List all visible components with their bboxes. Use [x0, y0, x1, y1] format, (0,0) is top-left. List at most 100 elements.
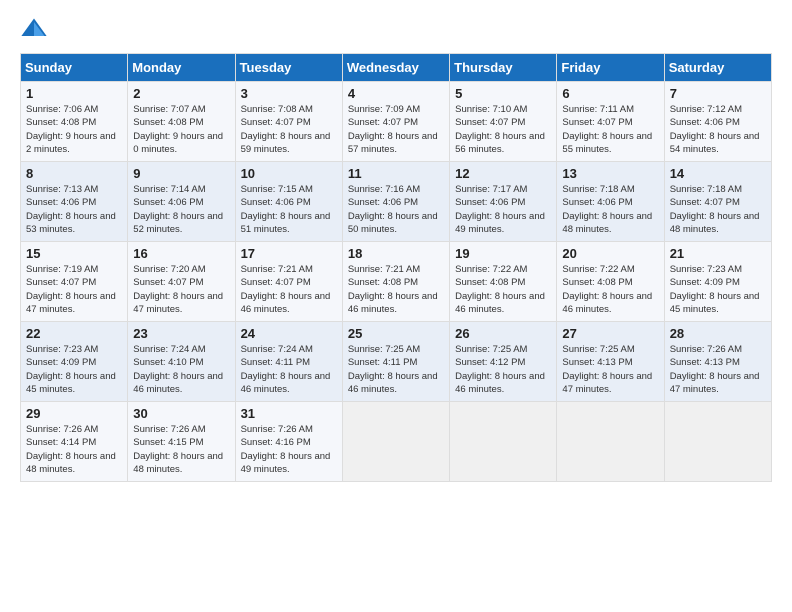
- calendar-cell: [557, 402, 664, 482]
- day-number: 24: [241, 326, 337, 341]
- calendar-cell: 1 Sunrise: 7:06 AMSunset: 4:08 PMDayligh…: [21, 82, 128, 162]
- calendar-cell: 29 Sunrise: 7:26 AMSunset: 4:14 PMDaylig…: [21, 402, 128, 482]
- day-info: Sunrise: 7:26 AMSunset: 4:13 PMDaylight:…: [670, 343, 766, 396]
- calendar-cell: 3 Sunrise: 7:08 AMSunset: 4:07 PMDayligh…: [235, 82, 342, 162]
- day-info: Sunrise: 7:16 AMSunset: 4:06 PMDaylight:…: [348, 183, 444, 236]
- day-info: Sunrise: 7:25 AMSunset: 4:11 PMDaylight:…: [348, 343, 444, 396]
- calendar-cell: 21 Sunrise: 7:23 AMSunset: 4:09 PMDaylig…: [664, 242, 771, 322]
- calendar-cell: 6 Sunrise: 7:11 AMSunset: 4:07 PMDayligh…: [557, 82, 664, 162]
- calendar-cell: 26 Sunrise: 7:25 AMSunset: 4:12 PMDaylig…: [450, 322, 557, 402]
- calendar-cell: 16 Sunrise: 7:20 AMSunset: 4:07 PMDaylig…: [128, 242, 235, 322]
- day-of-week-header: Sunday: [21, 54, 128, 82]
- day-number: 27: [562, 326, 658, 341]
- day-info: Sunrise: 7:20 AMSunset: 4:07 PMDaylight:…: [133, 263, 229, 316]
- day-of-week-header: Monday: [128, 54, 235, 82]
- day-number: 1: [26, 86, 122, 101]
- calendar-cell: 19 Sunrise: 7:22 AMSunset: 4:08 PMDaylig…: [450, 242, 557, 322]
- calendar-week-row: 8 Sunrise: 7:13 AMSunset: 4:06 PMDayligh…: [21, 162, 772, 242]
- day-of-week-header: Friday: [557, 54, 664, 82]
- calendar-cell: 7 Sunrise: 7:12 AMSunset: 4:06 PMDayligh…: [664, 82, 771, 162]
- calendar-cell: 10 Sunrise: 7:15 AMSunset: 4:06 PMDaylig…: [235, 162, 342, 242]
- day-number: 26: [455, 326, 551, 341]
- calendar-week-row: 15 Sunrise: 7:19 AMSunset: 4:07 PMDaylig…: [21, 242, 772, 322]
- day-number: 8: [26, 166, 122, 181]
- day-of-week-header: Saturday: [664, 54, 771, 82]
- day-info: Sunrise: 7:11 AMSunset: 4:07 PMDaylight:…: [562, 103, 658, 156]
- calendar-cell: 28 Sunrise: 7:26 AMSunset: 4:13 PMDaylig…: [664, 322, 771, 402]
- day-info: Sunrise: 7:12 AMSunset: 4:06 PMDaylight:…: [670, 103, 766, 156]
- calendar-week-row: 1 Sunrise: 7:06 AMSunset: 4:08 PMDayligh…: [21, 82, 772, 162]
- day-info: Sunrise: 7:06 AMSunset: 4:08 PMDaylight:…: [26, 103, 122, 156]
- day-number: 23: [133, 326, 229, 341]
- day-number: 10: [241, 166, 337, 181]
- day-info: Sunrise: 7:10 AMSunset: 4:07 PMDaylight:…: [455, 103, 551, 156]
- day-of-week-header: Thursday: [450, 54, 557, 82]
- day-number: 19: [455, 246, 551, 261]
- day-info: Sunrise: 7:24 AMSunset: 4:10 PMDaylight:…: [133, 343, 229, 396]
- day-number: 7: [670, 86, 766, 101]
- calendar-cell: 18 Sunrise: 7:21 AMSunset: 4:08 PMDaylig…: [342, 242, 449, 322]
- logo: [20, 15, 52, 43]
- day-info: Sunrise: 7:14 AMSunset: 4:06 PMDaylight:…: [133, 183, 229, 236]
- day-info: Sunrise: 7:18 AMSunset: 4:06 PMDaylight:…: [562, 183, 658, 236]
- day-info: Sunrise: 7:26 AMSunset: 4:15 PMDaylight:…: [133, 423, 229, 476]
- day-info: Sunrise: 7:19 AMSunset: 4:07 PMDaylight:…: [26, 263, 122, 316]
- day-number: 22: [26, 326, 122, 341]
- day-of-week-header: Wednesday: [342, 54, 449, 82]
- day-number: 5: [455, 86, 551, 101]
- day-number: 14: [670, 166, 766, 181]
- calendar-cell: 23 Sunrise: 7:24 AMSunset: 4:10 PMDaylig…: [128, 322, 235, 402]
- day-of-week-header: Tuesday: [235, 54, 342, 82]
- calendar-cell: [664, 402, 771, 482]
- calendar-cell: 17 Sunrise: 7:21 AMSunset: 4:07 PMDaylig…: [235, 242, 342, 322]
- calendar-cell: 22 Sunrise: 7:23 AMSunset: 4:09 PMDaylig…: [21, 322, 128, 402]
- day-info: Sunrise: 7:15 AMSunset: 4:06 PMDaylight:…: [241, 183, 337, 236]
- calendar-cell: 8 Sunrise: 7:13 AMSunset: 4:06 PMDayligh…: [21, 162, 128, 242]
- day-number: 28: [670, 326, 766, 341]
- day-info: Sunrise: 7:26 AMSunset: 4:16 PMDaylight:…: [241, 423, 337, 476]
- day-info: Sunrise: 7:25 AMSunset: 4:12 PMDaylight:…: [455, 343, 551, 396]
- calendar-cell: 2 Sunrise: 7:07 AMSunset: 4:08 PMDayligh…: [128, 82, 235, 162]
- day-info: Sunrise: 7:18 AMSunset: 4:07 PMDaylight:…: [670, 183, 766, 236]
- day-number: 17: [241, 246, 337, 261]
- day-number: 20: [562, 246, 658, 261]
- day-info: Sunrise: 7:22 AMSunset: 4:08 PMDaylight:…: [455, 263, 551, 316]
- day-number: 25: [348, 326, 444, 341]
- day-info: Sunrise: 7:26 AMSunset: 4:14 PMDaylight:…: [26, 423, 122, 476]
- calendar-table: SundayMondayTuesdayWednesdayThursdayFrid…: [20, 53, 772, 482]
- day-number: 29: [26, 406, 122, 421]
- day-number: 3: [241, 86, 337, 101]
- day-info: Sunrise: 7:24 AMSunset: 4:11 PMDaylight:…: [241, 343, 337, 396]
- day-number: 13: [562, 166, 658, 181]
- calendar-cell: 31 Sunrise: 7:26 AMSunset: 4:16 PMDaylig…: [235, 402, 342, 482]
- day-info: Sunrise: 7:21 AMSunset: 4:08 PMDaylight:…: [348, 263, 444, 316]
- calendar-cell: 25 Sunrise: 7:25 AMSunset: 4:11 PMDaylig…: [342, 322, 449, 402]
- calendar-cell: 27 Sunrise: 7:25 AMSunset: 4:13 PMDaylig…: [557, 322, 664, 402]
- day-info: Sunrise: 7:23 AMSunset: 4:09 PMDaylight:…: [670, 263, 766, 316]
- day-number: 4: [348, 86, 444, 101]
- calendar-cell: 11 Sunrise: 7:16 AMSunset: 4:06 PMDaylig…: [342, 162, 449, 242]
- calendar-cell: 9 Sunrise: 7:14 AMSunset: 4:06 PMDayligh…: [128, 162, 235, 242]
- calendar-cell: 5 Sunrise: 7:10 AMSunset: 4:07 PMDayligh…: [450, 82, 557, 162]
- calendar-cell: [342, 402, 449, 482]
- day-number: 2: [133, 86, 229, 101]
- day-number: 11: [348, 166, 444, 181]
- day-info: Sunrise: 7:07 AMSunset: 4:08 PMDaylight:…: [133, 103, 229, 156]
- calendar-cell: [450, 402, 557, 482]
- calendar-week-row: 29 Sunrise: 7:26 AMSunset: 4:14 PMDaylig…: [21, 402, 772, 482]
- calendar-cell: 24 Sunrise: 7:24 AMSunset: 4:11 PMDaylig…: [235, 322, 342, 402]
- calendar-week-row: 22 Sunrise: 7:23 AMSunset: 4:09 PMDaylig…: [21, 322, 772, 402]
- calendar-cell: 12 Sunrise: 7:17 AMSunset: 4:06 PMDaylig…: [450, 162, 557, 242]
- day-info: Sunrise: 7:09 AMSunset: 4:07 PMDaylight:…: [348, 103, 444, 156]
- day-info: Sunrise: 7:17 AMSunset: 4:06 PMDaylight:…: [455, 183, 551, 236]
- calendar-cell: 30 Sunrise: 7:26 AMSunset: 4:15 PMDaylig…: [128, 402, 235, 482]
- day-number: 15: [26, 246, 122, 261]
- day-info: Sunrise: 7:23 AMSunset: 4:09 PMDaylight:…: [26, 343, 122, 396]
- day-number: 31: [241, 406, 337, 421]
- day-info: Sunrise: 7:13 AMSunset: 4:06 PMDaylight:…: [26, 183, 122, 236]
- day-number: 30: [133, 406, 229, 421]
- day-number: 6: [562, 86, 658, 101]
- calendar-cell: 4 Sunrise: 7:09 AMSunset: 4:07 PMDayligh…: [342, 82, 449, 162]
- day-info: Sunrise: 7:08 AMSunset: 4:07 PMDaylight:…: [241, 103, 337, 156]
- day-number: 12: [455, 166, 551, 181]
